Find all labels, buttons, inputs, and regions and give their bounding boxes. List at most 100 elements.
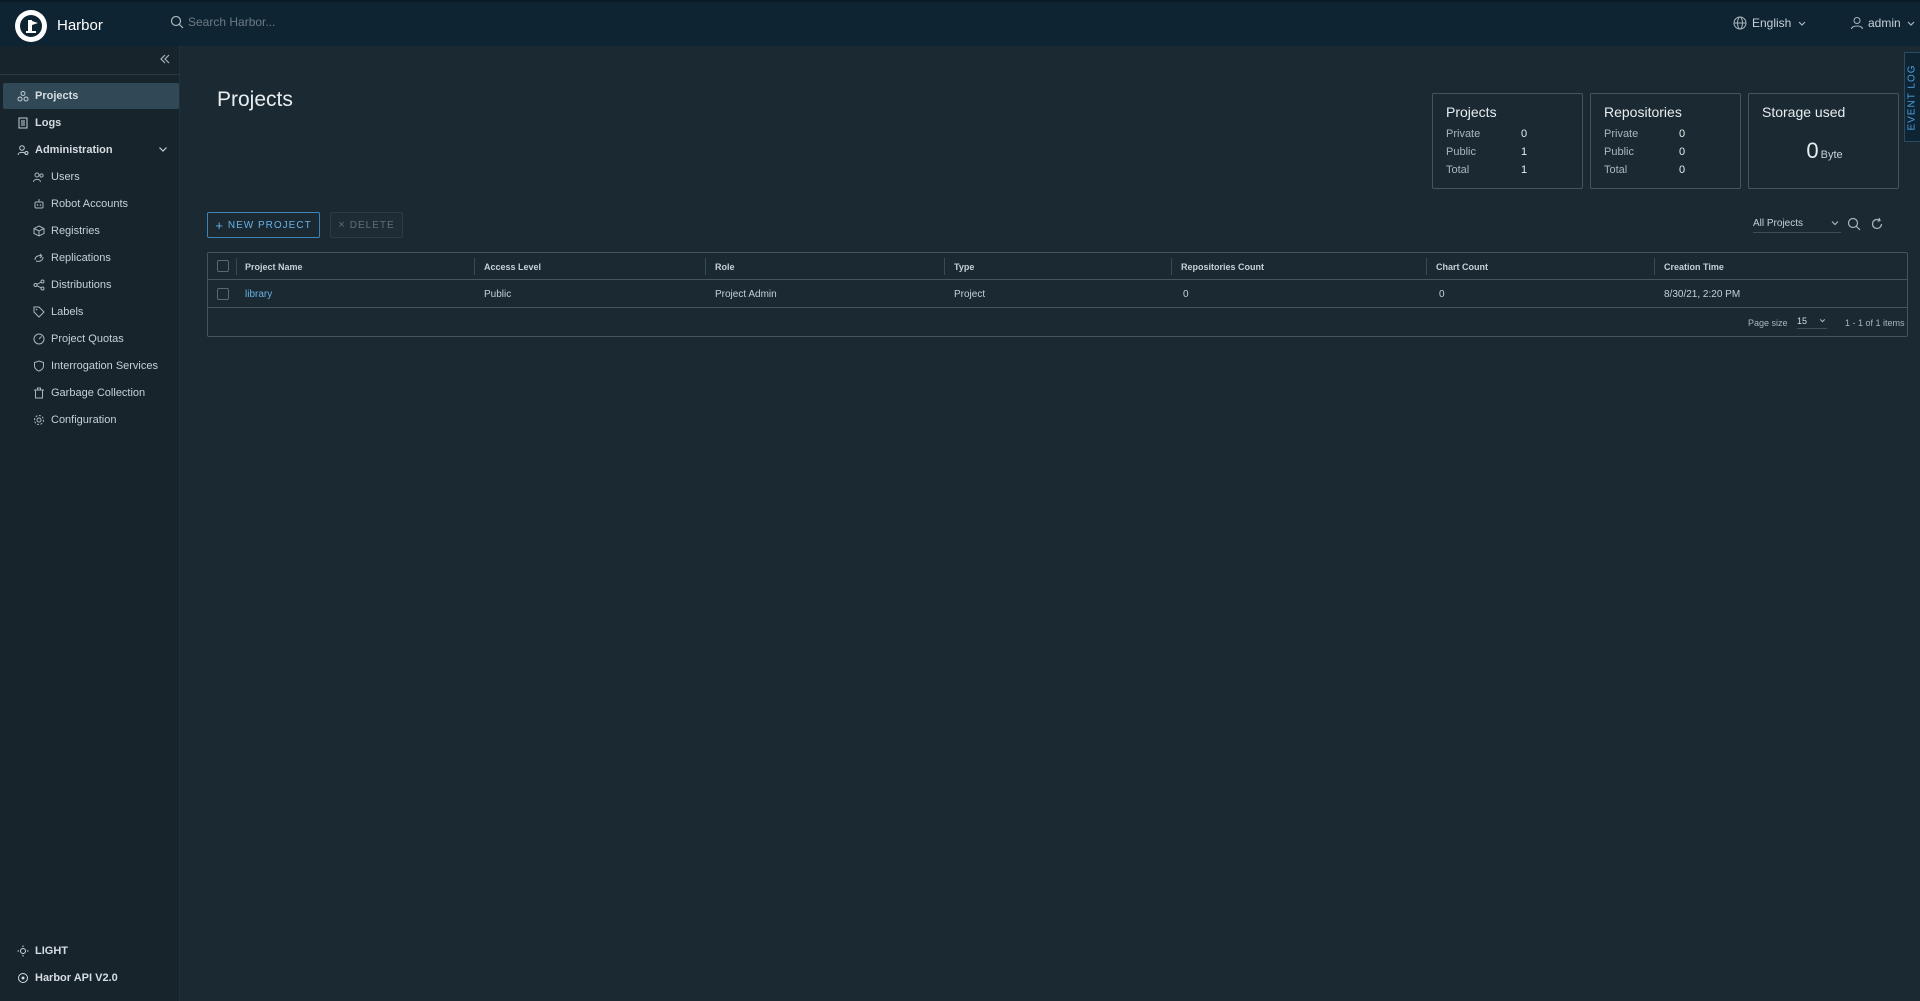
- page-title: Projects: [217, 88, 293, 111]
- robot-icon: [33, 198, 45, 210]
- sidebar-item-configuration[interactable]: Configuration: [0, 407, 179, 433]
- sidebar: Projects Logs Administration Users Robot…: [0, 46, 180, 1001]
- table-row: library Public Project Admin Project 0 0…: [208, 280, 1907, 308]
- theme-toggle[interactable]: LIGHT: [17, 945, 68, 957]
- sidebar-item-label: Logs: [35, 117, 62, 129]
- close-icon: ×: [338, 219, 346, 231]
- sidebar-item-label: Distributions: [51, 279, 112, 291]
- chevron-down-icon: [157, 143, 169, 155]
- sidebar-item-interrogation-services[interactable]: Interrogation Services: [0, 353, 179, 379]
- column-header-chart-count[interactable]: Chart Count: [1426, 258, 1488, 275]
- sidebar-item-replications[interactable]: Replications: [0, 245, 179, 271]
- column-header-access-level[interactable]: Access Level: [474, 258, 541, 275]
- repositories-total-row: Total 0: [1604, 164, 1724, 176]
- harbor-logo[interactable]: [15, 10, 47, 42]
- row-value: 0: [1521, 128, 1528, 140]
- type-cell: Project: [954, 288, 986, 300]
- registries-icon: [33, 225, 45, 237]
- sidebar-item-label: Registries: [51, 225, 100, 237]
- user-menu[interactable]: admin: [1850, 16, 1917, 30]
- sidebar-item-project-quotas[interactable]: Project Quotas: [0, 326, 179, 352]
- card-title: Storage used: [1762, 104, 1846, 120]
- card-title: Projects: [1446, 104, 1497, 120]
- creation-time-cell: 8/30/21, 2:20 PM: [1664, 288, 1741, 300]
- refresh-icon[interactable]: [1870, 217, 1884, 231]
- gear-icon: [33, 414, 45, 426]
- shield-icon: [33, 360, 45, 372]
- storage-value: 0 Byte: [1749, 138, 1900, 164]
- row-label: Total: [1446, 164, 1470, 176]
- api-link[interactable]: Harbor API V2.0: [17, 972, 118, 984]
- sidebar-item-labels[interactable]: Labels: [0, 299, 179, 325]
- global-search: [170, 15, 448, 29]
- share-icon: [33, 279, 45, 291]
- row-label: Public: [1604, 146, 1634, 158]
- projects-private-row: Private 0: [1446, 128, 1566, 140]
- projects-total-row: Total 1: [1446, 164, 1566, 176]
- search-input[interactable]: [188, 15, 448, 29]
- page-size-value: 15: [1797, 316, 1808, 326]
- row-checkbox[interactable]: [217, 288, 229, 300]
- storage-summary-card: Storage used 0 Byte: [1748, 93, 1899, 189]
- sidebar-item-label: Projects: [35, 90, 79, 102]
- repositories-public-row: Public 0: [1604, 146, 1724, 158]
- sidebar-item-garbage-collection[interactable]: Garbage Collection: [0, 380, 179, 406]
- projects-summary-card: Projects Private 0 Public 1 Total 1: [1432, 93, 1583, 189]
- sidebar-item-label: Replications: [51, 252, 111, 264]
- sidebar-item-label: Users: [51, 171, 80, 183]
- sidebar-divider: [0, 74, 180, 75]
- users-icon: [33, 171, 45, 183]
- sidebar-item-logs[interactable]: Logs: [0, 110, 179, 136]
- repositories-count-cell: 0: [1183, 288, 1189, 300]
- user-name: admin: [1868, 16, 1901, 30]
- sidebar-item-distributions[interactable]: Distributions: [0, 272, 179, 298]
- row-value: 0: [1679, 164, 1686, 176]
- sidebar-item-label: Interrogation Services: [51, 360, 158, 372]
- sidebar-item-label: Administration: [35, 144, 113, 156]
- column-header-project-name[interactable]: Project Name: [236, 253, 303, 280]
- sidebar-item-robot-accounts[interactable]: Robot Accounts: [0, 191, 179, 217]
- language-label: English: [1752, 16, 1792, 30]
- repositories-summary-card: Repositories Private 0 Public 0 Total 0: [1590, 93, 1741, 189]
- delete-button[interactable]: × DELETE: [330, 212, 403, 238]
- project-name-link[interactable]: library: [236, 280, 272, 308]
- page-size-label: Page size: [1748, 318, 1788, 328]
- new-project-label: NEW PROJECT: [227, 219, 312, 231]
- replications-icon: [33, 252, 45, 264]
- user-icon: [1850, 16, 1864, 30]
- collapse-sidebar-icon[interactable]: [158, 52, 172, 69]
- row-label: Private: [1604, 128, 1639, 140]
- language-selector[interactable]: English: [1733, 16, 1808, 30]
- project-filter-select[interactable]: All Projects: [1753, 217, 1841, 233]
- chevron-down-icon: [1818, 316, 1827, 325]
- row-value: 0: [1679, 128, 1686, 140]
- storage-unit: Byte: [1820, 149, 1843, 161]
- column-header-type[interactable]: Type: [944, 258, 974, 275]
- page-size-select[interactable]: 15: [1797, 316, 1827, 329]
- sidebar-item-projects[interactable]: Projects: [3, 83, 179, 109]
- new-project-button[interactable]: + NEW PROJECT: [207, 212, 320, 238]
- api-icon: [17, 972, 29, 984]
- brand-name[interactable]: Harbor: [57, 17, 103, 34]
- administration-icon: [17, 144, 29, 156]
- card-title: Repositories: [1604, 104, 1682, 120]
- chart-count-cell: 0: [1439, 288, 1445, 300]
- column-header-creation-time[interactable]: Creation Time: [1654, 258, 1724, 275]
- sidebar-item-administration[interactable]: Administration: [0, 137, 179, 163]
- select-all-checkbox[interactable]: [217, 260, 229, 272]
- column-header-role[interactable]: Role: [705, 258, 735, 275]
- logs-icon: [17, 117, 29, 129]
- sidebar-item-label: Garbage Collection: [51, 387, 146, 399]
- search-icon[interactable]: [1847, 217, 1861, 231]
- tag-icon: [33, 306, 45, 318]
- trash-icon: [33, 387, 45, 399]
- column-header-repositories-count[interactable]: Repositories Count: [1171, 258, 1264, 275]
- sidebar-item-registries[interactable]: Registries: [0, 218, 179, 244]
- sidebar-item-users[interactable]: Users: [0, 164, 179, 190]
- event-log-tab[interactable]: EVENT LOG: [1904, 52, 1920, 142]
- sun-icon: [17, 945, 29, 957]
- projects-table: Project Name Access Level Role Type Repo…: [207, 252, 1908, 337]
- search-icon: [170, 15, 184, 29]
- event-log-label: EVENT LOG: [1907, 63, 1918, 131]
- sidebar-item-label: Labels: [51, 306, 84, 318]
